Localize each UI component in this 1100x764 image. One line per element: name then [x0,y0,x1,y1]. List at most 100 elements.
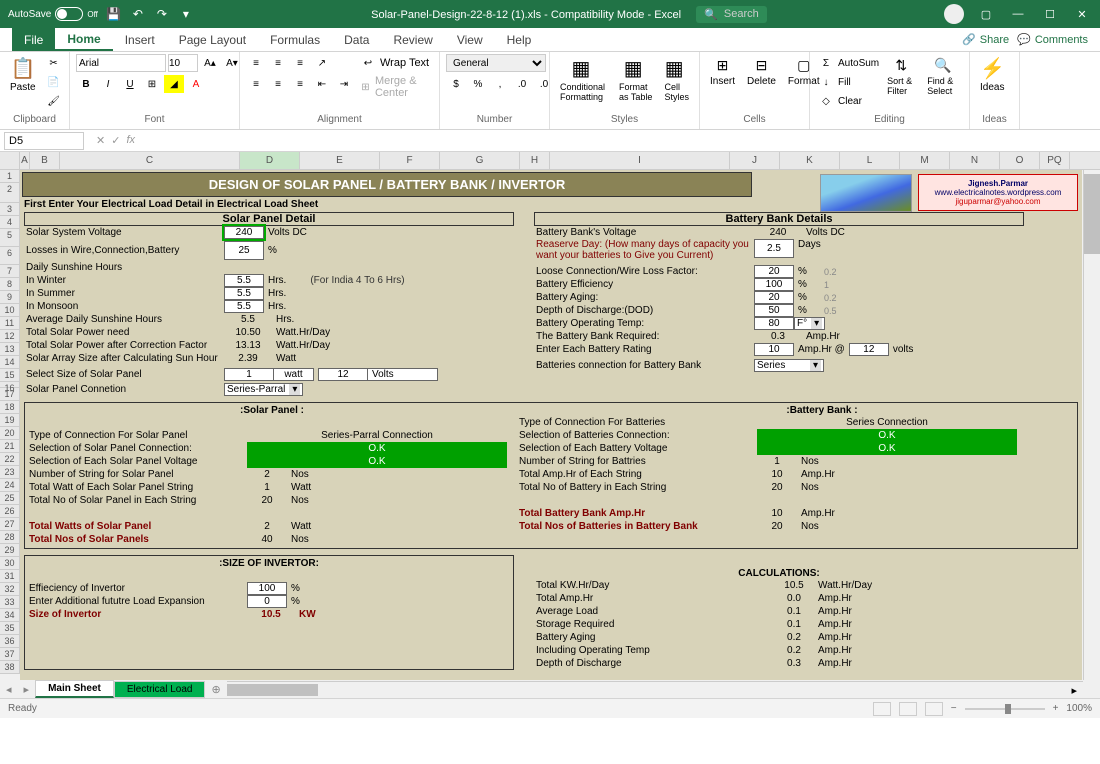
page-layout-view-icon[interactable] [899,702,917,716]
bold-button[interactable]: B [76,75,96,93]
main-title: DESIGN OF SOLAR PANEL / BATTERY BANK / I… [22,172,752,197]
add-sheet-icon[interactable]: ⊕ [205,683,226,696]
clear-icon: ◇ [816,92,836,110]
tab-file[interactable]: File [12,28,55,51]
tab-insert[interactable]: Insert [113,28,167,51]
underline-button[interactable]: U [120,75,140,93]
increase-decimal-icon[interactable]: .0 [512,75,532,93]
vertical-scrollbar[interactable] [1083,170,1100,680]
format-table-button[interactable]: ▦Format as Table [615,54,656,104]
align-center-icon[interactable]: ≡ [268,75,288,93]
zoom-out-icon[interactable]: − [951,703,957,714]
tab-home[interactable]: Home [55,28,112,51]
comma-icon[interactable]: , [490,75,510,93]
increase-font-icon[interactable]: A▴ [200,54,220,72]
sheet-nav-next-icon[interactable]: ▸ [18,683,36,696]
page-break-view-icon[interactable] [925,702,943,716]
document-title: Solar-Panel-Design-22-8-12 (1).xls - Com… [371,9,681,21]
increase-indent-icon[interactable]: ⇥ [334,75,354,93]
decrease-font-icon[interactable]: A▾ [222,54,242,72]
decrease-indent-icon[interactable]: ⇤ [312,75,332,93]
cancel-formula-icon[interactable]: ✕ [96,134,105,147]
minimize-icon[interactable]: — [1008,4,1028,24]
currency-icon[interactable]: $ [446,75,466,93]
borders-icon[interactable]: ⊞ [142,75,162,93]
save-icon[interactable]: 💾 [106,6,122,22]
autosum-button[interactable]: ΣAutoSum [816,54,879,72]
format-painter-icon[interactable]: 🖌 [44,92,64,110]
fill-button[interactable]: ↓Fill [816,73,879,91]
qat-dropdown-icon[interactable]: ▾ [178,6,194,22]
sheet-tab-electrical-load[interactable]: Electrical Load [114,681,206,698]
align-bottom-icon[interactable]: ≡ [290,54,310,72]
sheet-tab-main[interactable]: Main Sheet [35,680,114,698]
battery-bank-header: Battery Bank Details [534,212,1024,226]
sheet-nav-prev-icon[interactable]: ◂ [0,683,18,696]
font-name-input[interactable] [76,54,166,72]
align-right-icon[interactable]: ≡ [290,75,310,93]
copy-icon[interactable]: 📄 [44,73,64,91]
formula-input[interactable] [143,132,1100,150]
grid-content[interactable]: DESIGN OF SOLAR PANEL / BATTERY BANK / I… [20,170,1082,680]
solar-panel-image [820,174,912,212]
user-avatar[interactable] [944,4,964,24]
fill-icon: ↓ [816,73,836,91]
insert-cells-button[interactable]: ⊞Insert [706,54,739,89]
cut-icon[interactable]: ✂ [44,54,64,72]
normal-view-icon[interactable] [873,702,891,716]
select-all-corner[interactable] [0,152,20,169]
temp-unit-dropdown[interactable]: F°▾ [794,317,825,330]
conditional-formatting-button[interactable]: ▦Conditional Formatting [556,54,611,104]
comments-button[interactable]: 💬 Comments [1017,33,1088,46]
italic-button[interactable]: I [98,75,118,93]
maximize-icon[interactable]: ☐ [1040,4,1060,24]
author-info-box: Jignesh.Parmar www.electricalnotes.wordp… [918,174,1078,211]
enter-formula-icon[interactable]: ✓ [111,134,120,147]
search-box[interactable]: 🔍 Search [696,6,767,23]
find-select-button[interactable]: 🔍Find & Select [923,54,963,98]
font-size-input[interactable] [168,54,198,72]
zoom-level[interactable]: 100% [1066,703,1092,714]
battery-conn-dropdown[interactable]: Series▾ [754,359,824,372]
tab-help[interactable]: Help [495,28,544,51]
close-icon[interactable]: ✕ [1072,4,1092,24]
paste-button[interactable]: 📋 Paste [6,54,40,95]
col-d-selected[interactable]: D [240,152,300,169]
tab-formulas[interactable]: Formulas [258,28,332,51]
ribbon-options-icon[interactable]: ▢ [976,4,996,24]
table-icon: ▦ [624,56,648,80]
wrap-text-button[interactable]: ↩Wrap Text [358,54,433,72]
percent-icon[interactable]: % [468,75,488,93]
share-button[interactable]: 🔗 Share [962,33,1009,46]
formula-bar: D5 ✕ ✓ fx [0,130,1100,152]
row-headers: 1234567891011121314151617181920212223242… [0,170,20,674]
tab-review[interactable]: Review [381,28,444,51]
horizontal-scrollbar[interactable]: ◂ ▸ [100,681,1083,698]
number-format-select[interactable]: General [446,54,546,72]
delete-cells-button[interactable]: ⊟Delete [743,54,780,89]
zoom-in-icon[interactable]: + [1053,703,1059,714]
fill-color-icon[interactable]: ◢ [164,75,184,93]
tab-view[interactable]: View [445,28,495,51]
orientation-icon[interactable]: ↗ [312,54,332,72]
sort-filter-button[interactable]: ⇅Sort & Filter [883,54,919,98]
align-top-icon[interactable]: ≡ [246,54,266,72]
tab-data[interactable]: Data [332,28,381,51]
clear-button[interactable]: ◇Clear [816,92,879,110]
ideas-button[interactable]: ⚡Ideas [976,54,1008,95]
name-box[interactable]: D5 [4,132,84,150]
status-ready: Ready [8,703,37,714]
fx-icon[interactable]: fx [126,134,135,147]
zoom-slider[interactable] [965,708,1045,710]
align-left-icon[interactable]: ≡ [246,75,266,93]
cell-styles-button[interactable]: ▦Cell Styles [661,54,694,104]
tab-page-layout[interactable]: Page Layout [167,28,258,51]
autosave-toggle[interactable]: AutoSave Off [8,7,98,21]
sys-voltage-cell[interactable]: 240 [224,226,264,239]
merge-center-button[interactable]: ⊞Merge & Center [358,75,433,99]
undo-icon[interactable]: ↶ [130,6,146,22]
solar-conn-dropdown[interactable]: Series-Parral▾ [224,383,303,396]
font-color-icon[interactable]: A [186,75,206,93]
redo-icon[interactable]: ↷ [154,6,170,22]
align-middle-icon[interactable]: ≡ [268,54,288,72]
